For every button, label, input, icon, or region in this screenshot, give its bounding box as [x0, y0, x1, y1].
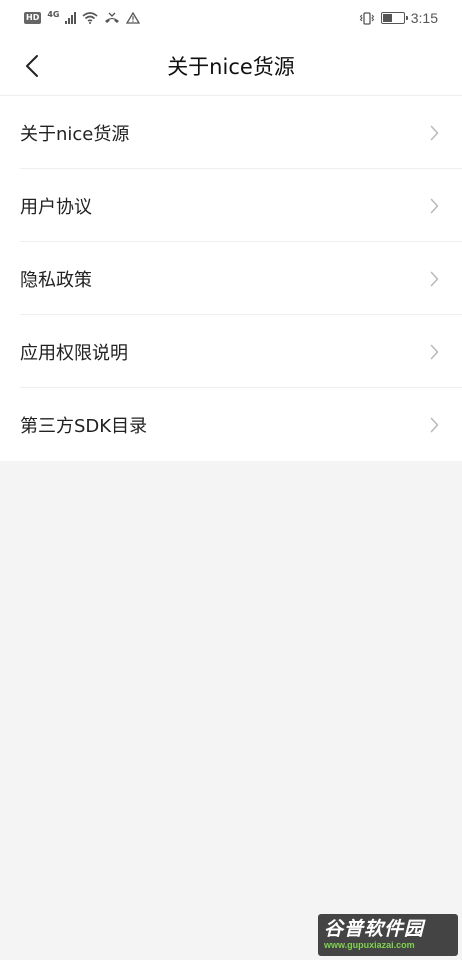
- menu-item-user-agreement[interactable]: 用户协议: [0, 169, 462, 242]
- network-type: 4G: [47, 9, 60, 19]
- menu-item-label: 应用权限说明: [20, 342, 128, 364]
- watermark-title: 谷普软件园: [324, 918, 425, 940]
- menu-item-label: 用户协议: [20, 196, 92, 218]
- menu-list: 关于nice货源 用户协议 隐私政策 应用权限说明 第三方SDK目录: [0, 96, 462, 461]
- chevron-right-icon: [426, 125, 442, 141]
- status-time: 3:15: [410, 10, 438, 26]
- header: 关于nice货源: [0, 36, 462, 96]
- chevron-right-icon: [426, 344, 442, 360]
- battery-level: [382, 14, 392, 22]
- vibrate-icon: [359, 11, 374, 25]
- back-arrow-icon: [26, 55, 38, 77]
- hd-badge: HD: [24, 12, 42, 24]
- status-bar-right: 3:15: [359, 10, 438, 26]
- battery-icon: [380, 12, 408, 24]
- chevron-right-icon: [426, 271, 442, 287]
- menu-item-label: 第三方SDK目录: [20, 415, 148, 437]
- chevron-right-icon: [426, 417, 442, 433]
- chevron-right-icon: [426, 198, 442, 214]
- watermark-url: www.gupuxiazai.com: [324, 940, 415, 950]
- menu-item-third-party-sdk[interactable]: 第三方SDK目录: [0, 388, 462, 461]
- menu-item-permissions[interactable]: 应用权限说明: [0, 315, 462, 388]
- warning-icon: [126, 12, 141, 24]
- status-bar-left: HD 4G: [24, 9, 141, 24]
- menu-item-label: 隐私政策: [20, 269, 92, 291]
- watermark: 谷普软件园 www.gupuxiazai.com: [318, 914, 458, 956]
- cell-signal-icon: [65, 12, 77, 24]
- menu-item-label: 关于nice货源: [20, 123, 130, 145]
- status-bar: HD 4G 3:15: [0, 0, 462, 36]
- wifi-icon: [82, 12, 99, 24]
- back-button[interactable]: [12, 46, 52, 86]
- menu-item-privacy-policy[interactable]: 隐私政策: [0, 242, 462, 315]
- page-title: 关于nice货源: [167, 54, 295, 79]
- missed-call-icon: [105, 12, 120, 23]
- menu-item-about[interactable]: 关于nice货源: [0, 96, 462, 169]
